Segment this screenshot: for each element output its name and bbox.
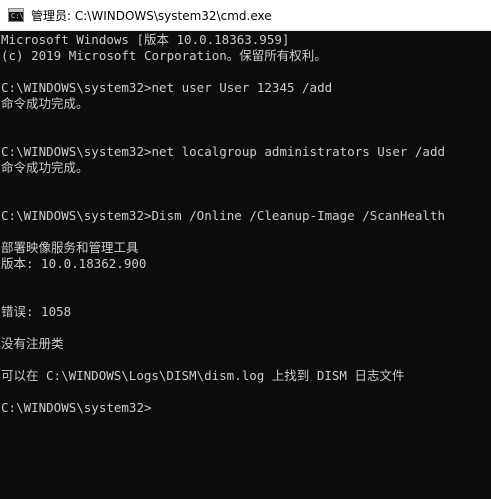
console-line: 命令成功完成。: [1, 160, 89, 175]
console-line: (c) 2019 Microsoft Corporation。保留所有权利。: [1, 48, 327, 63]
console-line: 版本: 10.0.18362.900: [1, 256, 147, 271]
console-line: 部署映像服务和管理工具: [1, 240, 139, 255]
console-line: C:\WINDOWS\system32>net user User 12345 …: [1, 80, 333, 95]
console-line: C:\WINDOWS\system32>net localgroup admin…: [1, 144, 446, 159]
cmd-window: C:\ 管理员: C:\WINDOWS\system32\cmd.exe Mic…: [0, 0, 491, 499]
console-line: 没有注册类: [1, 336, 64, 351]
console-prompt: C:\WINDOWS\system32>: [1, 400, 152, 415]
console-line: Microsoft Windows [版本 10.0.18363.959]: [1, 32, 290, 47]
cmd-icon: C:\: [8, 8, 24, 22]
title-bar[interactable]: C:\ 管理员: C:\WINDOWS\system32\cmd.exe: [0, 0, 491, 31]
console-line: 错误: 1058: [1, 304, 72, 319]
console-line: 可以在 C:\WINDOWS\Logs\DISM\dism.log 上找到 DI…: [1, 368, 405, 383]
console-line: C:\WINDOWS\system32>Dism /Online /Cleanu…: [1, 208, 446, 223]
console-output[interactable]: Microsoft Windows [版本 10.0.18363.959] (c…: [0, 31, 491, 499]
window-title: 管理员: C:\WINDOWS\system32\cmd.exe: [31, 8, 272, 23]
console-line: 命令成功完成。: [1, 96, 89, 111]
